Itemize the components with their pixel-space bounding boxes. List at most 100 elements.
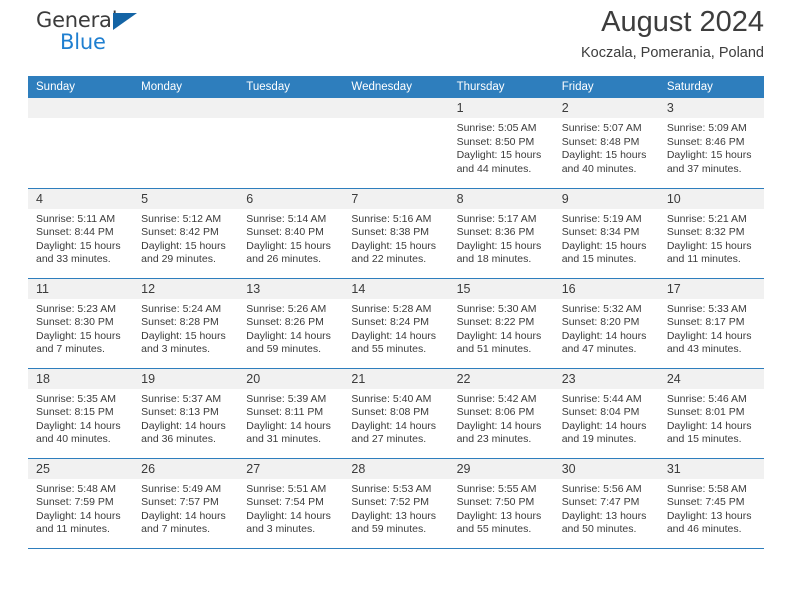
sunrise-text: Sunrise: 5:24 AM [141,302,222,315]
sunrise-text: Sunrise: 5:39 AM [246,392,327,405]
day-cell-inner: 25 Sunrise: 5:48 AM Sunset: 7:59 PM Dayligh… [28,458,134,547]
day-number: 1 [448,98,554,118]
sunrise-text: Sunrise: 5:49 AM [141,482,222,495]
weekday-header-friday: Friday [553,76,659,98]
day-cell-inner: 31 Sunrise: 5:58 AM Sunset: 7:45 PM Dayligh… [658,458,764,547]
sunset-text: Sunset: 8:48 PM [561,135,640,148]
daylight-text: Daylight: 14 hours and 15 minutes. [666,419,752,446]
calendar-day-cell[interactable]: 31 Sunrise: 5:58 AM Sunset: 7:45 PM Dayligh… [658,458,764,549]
calendar-day-cell[interactable]: 19 Sunrise: 5:37 AM Sunset: 8:13 PM Dayligh… [133,368,239,459]
day-sun-info: Sunrise: 5:05 AM Sunset: 8:50 PM Daylight:… [449,118,554,176]
sunset-text: Sunset: 8:50 PM [456,135,535,148]
sunset-text: Sunset: 7:52 PM [351,496,430,509]
calendar-day-cell[interactable]: 17 Sunrise: 5:33 AM Sunset: 8:17 PM Dayligh… [658,278,764,369]
day-sun-info: Sunrise: 5:39 AM Sunset: 8:11 PM Daylight:… [238,389,343,447]
calendar-empty-cell [238,98,344,189]
calendar-day-cell[interactable]: 2 Sunrise: 5:07 AM Sunset: 8:48 PM Daylight… [553,98,659,189]
day-sun-info: Sunrise: 5:51 AM Sunset: 7:54 PM Daylight:… [238,479,343,537]
sunset-text: Sunset: 8:15 PM [36,406,114,419]
sunrise-text: Sunrise: 5:30 AM [456,302,537,315]
calendar-week-row: 1 Sunrise: 5:05 AM Sunset: 8:50 PM Daylight… [28,98,764,189]
day-number [28,98,134,118]
calendar-day-cell[interactable]: 28 Sunrise: 5:53 AM Sunset: 7:52 PM Dayligh… [343,458,449,549]
day-sun-info: Sunrise: 5:40 AM Sunset: 8:08 PM Daylight:… [343,389,448,447]
calendar-day-cell[interactable]: 27 Sunrise: 5:51 AM Sunset: 7:54 PM Dayligh… [238,458,344,549]
day-number: 16 [553,278,659,299]
day-sun-info: Sunrise: 5:12 AM Sunset: 8:42 PM Daylight:… [133,209,238,267]
calendar-day-cell[interactable]: 20 Sunrise: 5:39 AM Sunset: 8:11 PM Dayligh… [238,368,344,459]
calendar-day-cell[interactable]: 22 Sunrise: 5:42 AM Sunset: 8:06 PM Dayligh… [448,368,554,459]
general-blue-logo[interactable]: General Blue [28,8,148,66]
sunset-text: Sunset: 8:32 PM [666,226,745,239]
day-cell-inner: 6 Sunrise: 5:14 AM Sunset: 8:40 PM Daylight… [238,188,344,277]
sunset-text: Sunset: 7:45 PM [666,496,745,509]
sunset-text: Sunset: 7:59 PM [36,496,114,509]
daylight-text: Daylight: 15 hours and 37 minutes. [666,149,752,175]
calendar-day-cell[interactable]: 1 Sunrise: 5:05 AM Sunset: 8:50 PM Daylight… [448,98,554,189]
day-number: 7 [343,188,449,209]
calendar-day-cell[interactable]: 14 Sunrise: 5:28 AM Sunset: 8:24 PM Dayligh… [343,278,449,369]
sunrise-text: Sunrise: 5:11 AM [36,212,116,225]
calendar-day-cell[interactable]: 7 Sunrise: 5:16 AM Sunset: 8:38 PM Daylight… [343,188,449,279]
daylight-text: Daylight: 14 hours and 43 minutes. [666,329,752,356]
sunrise-text: Sunrise: 5:26 AM [246,302,327,315]
day-sun-info: Sunrise: 5:19 AM Sunset: 8:34 PM Daylight:… [554,209,659,267]
daylight-text: Daylight: 15 hours and 3 minutes. [141,329,226,356]
calendar-empty-cell [343,98,449,189]
sunset-text: Sunset: 8:40 PM [246,226,324,239]
calendar-day-cell[interactable]: 10 Sunrise: 5:21 AM Sunset: 8:32 PM Dayligh… [658,188,764,279]
day-cell-inner: 19 Sunrise: 5:37 AM Sunset: 8:13 PM Dayligh… [133,368,239,457]
calendar-day-cell[interactable]: 18 Sunrise: 5:35 AM Sunset: 8:15 PM Dayligh… [28,368,134,459]
calendar-day-cell[interactable]: 26 Sunrise: 5:49 AM Sunset: 7:57 PM Dayligh… [133,458,239,549]
day-number: 8 [448,188,554,209]
calendar-day-cell[interactable]: 3 Sunrise: 5:09 AM Sunset: 8:46 PM Daylight… [658,98,764,189]
sunrise-text: Sunrise: 5:09 AM [666,122,747,134]
sunset-text: Sunset: 8:38 PM [351,226,430,239]
day-sun-info: Sunrise: 5:33 AM Sunset: 8:17 PM Daylight:… [659,299,764,357]
calendar-day-cell[interactable]: 5 Sunrise: 5:12 AM Sunset: 8:42 PM Daylight… [133,188,239,279]
daylight-text: Daylight: 13 hours and 59 minutes. [351,509,437,536]
calendar-day-cell[interactable]: 8 Sunrise: 5:17 AM Sunset: 8:36 PM Daylight… [448,188,554,279]
sunrise-text: Sunrise: 5:56 AM [561,482,642,495]
day-cell-inner: 26 Sunrise: 5:49 AM Sunset: 7:57 PM Dayligh… [133,458,239,547]
calendar-day-cell[interactable]: 24 Sunrise: 5:46 AM Sunset: 8:01 PM Dayligh… [658,368,764,459]
calendar-day-cell[interactable]: 23 Sunrise: 5:44 AM Sunset: 8:04 PM Dayligh… [553,368,659,459]
sunset-text: Sunset: 8:42 PM [141,226,219,239]
calendar-day-cell[interactable]: 15 Sunrise: 5:30 AM Sunset: 8:22 PM Dayligh… [448,278,554,369]
calendar-day-cell[interactable]: 30 Sunrise: 5:56 AM Sunset: 7:47 PM Dayligh… [553,458,659,549]
sunrise-text: Sunrise: 5:46 AM [666,392,747,405]
day-cell-inner [343,98,449,186]
calendar-day-cell[interactable]: 13 Sunrise: 5:26 AM Sunset: 8:26 PM Dayligh… [238,278,344,369]
day-cell-inner: 28 Sunrise: 5:53 AM Sunset: 7:52 PM Dayligh… [343,458,449,547]
daylight-text: Daylight: 15 hours and 29 minutes. [141,239,226,266]
calendar-day-cell[interactable]: 4 Sunrise: 5:11 AM Sunset: 8:44 PM Daylight… [28,188,134,279]
day-number: 15 [448,278,554,299]
daylight-text: Daylight: 14 hours and 59 minutes. [246,329,331,356]
sunrise-text: Sunrise: 5:51 AM [246,482,327,495]
calendar-day-cell[interactable]: 29 Sunrise: 5:55 AM Sunset: 7:50 PM Dayligh… [448,458,554,549]
calendar-day-cell[interactable]: 21 Sunrise: 5:40 AM Sunset: 8:08 PM Dayligh… [343,368,449,459]
sunset-text: Sunset: 8:30 PM [36,316,114,329]
sunrise-text: Sunrise: 5:17 AM [456,212,537,225]
calendar-day-cell[interactable]: 12 Sunrise: 5:24 AM Sunset: 8:28 PM Dayligh… [133,278,239,369]
day-cell-inner [133,98,239,186]
day-cell-inner: 10 Sunrise: 5:21 AM Sunset: 8:32 PM Dayligh… [658,188,764,277]
day-cell-inner: 27 Sunrise: 5:51 AM Sunset: 7:54 PM Dayligh… [238,458,344,547]
calendar-week-row: 11 Sunrise: 5:23 AM Sunset: 8:30 PM Dayligh… [28,278,764,369]
day-sun-info: Sunrise: 5:42 AM Sunset: 8:06 PM Daylight:… [449,389,554,447]
calendar-day-cell[interactable]: 6 Sunrise: 5:14 AM Sunset: 8:40 PM Daylight… [238,188,344,279]
calendar-day-cell[interactable]: 16 Sunrise: 5:32 AM Sunset: 8:20 PM Dayligh… [553,278,659,369]
sunset-text: Sunset: 8:17 PM [666,316,745,329]
daylight-text: Daylight: 14 hours and 11 minutes. [36,509,121,536]
sunset-text: Sunset: 8:06 PM [456,406,535,419]
title-block: August 2024 Koczala, Pomerania, Poland [581,0,764,64]
day-number [133,98,239,118]
calendar-day-cell[interactable]: 9 Sunrise: 5:19 AM Sunset: 8:34 PM Daylight… [553,188,659,279]
day-sun-info: Sunrise: 5:53 AM Sunset: 7:52 PM Daylight:… [343,479,448,537]
sunset-text: Sunset: 7:57 PM [141,496,219,509]
calendar-day-cell[interactable]: 11 Sunrise: 5:23 AM Sunset: 8:30 PM Dayligh… [28,278,134,369]
sunrise-text: Sunrise: 5:44 AM [561,392,642,405]
calendar-day-cell[interactable]: 25 Sunrise: 5:48 AM Sunset: 7:59 PM Dayligh… [28,458,134,549]
weekday-header-wednesday: Wednesday [343,76,449,98]
sunrise-text: Sunrise: 5:19 AM [561,212,642,225]
